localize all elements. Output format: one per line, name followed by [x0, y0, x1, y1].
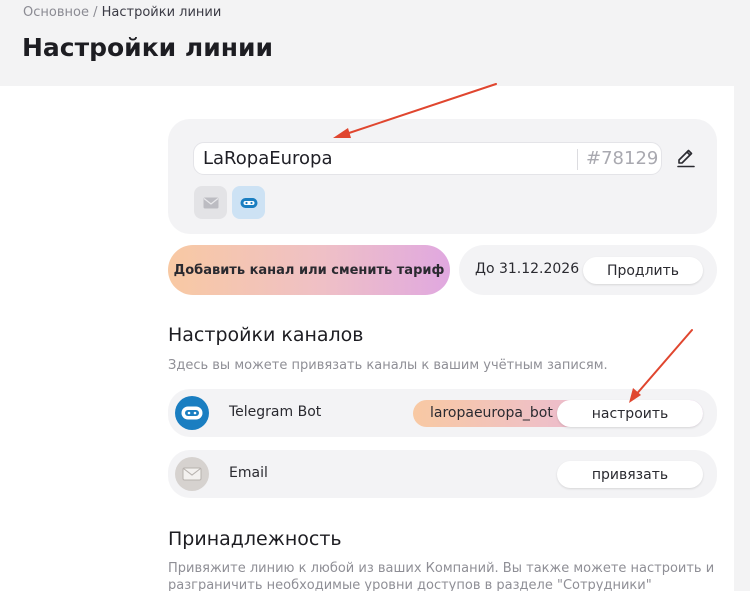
- telegram-bot-icon: [240, 197, 257, 208]
- extend-button[interactable]: Продлить: [583, 257, 703, 284]
- email-channel-chip[interactable]: [194, 186, 227, 219]
- plan-validity-card: До 31.12.2026 Продлить: [459, 245, 717, 295]
- ownership-description-line-2: разграничить необходимые уровни доступов…: [168, 578, 652, 591]
- email-avatar: [175, 457, 209, 491]
- breadcrumb-root-link[interactable]: Основное: [23, 5, 89, 20]
- telegram-bot-avatar: [175, 396, 209, 430]
- line-name-divider: [577, 149, 578, 170]
- page-gutter: [734, 86, 750, 591]
- email-icon: [182, 467, 202, 481]
- ownership-section-title: Принадлежность: [168, 528, 342, 550]
- telegram-bot-icon: [181, 406, 203, 420]
- line-name-input[interactable]: LaRopaEuropa #78129: [193, 142, 662, 175]
- plan-valid-until: До 31.12.2026: [475, 261, 580, 277]
- email-icon: [203, 197, 218, 208]
- channel-row-telegram-bot: Telegram Bot laropaeuropa_bot настроить: [168, 389, 717, 437]
- breadcrumb-separator: /: [88, 5, 102, 20]
- line-id: #78129: [586, 148, 659, 169]
- page-title: Настройки линии: [22, 33, 274, 62]
- channel-name-email: Email: [229, 465, 268, 481]
- breadcrumb-current: Настройки линии: [101, 5, 222, 20]
- link-email-button[interactable]: привязать: [557, 461, 703, 488]
- telegram-bot-channel-chip[interactable]: [232, 186, 265, 219]
- pencil-icon[interactable]: [673, 145, 699, 171]
- bot-username: laropaeuropa_bot: [430, 405, 553, 421]
- channel-name-telegram-bot: Telegram Bot: [229, 404, 322, 420]
- breadcrumb: Основное / Настройки линии: [23, 5, 221, 20]
- page-header: Основное / Настройки линии Настройки лин…: [0, 0, 750, 86]
- add-channel-or-change-tariff-button[interactable]: Добавить канал или сменить тариф: [168, 245, 450, 295]
- edit-line-name-button[interactable]: [673, 145, 699, 171]
- channels-section-title: Настройки каналов: [168, 324, 364, 346]
- configure-telegram-button[interactable]: настроить: [557, 400, 703, 427]
- channels-section-description: Здесь вы можете привязать каналы к вашим…: [168, 358, 608, 373]
- line-name-value[interactable]: LaRopaEuropa: [203, 148, 332, 169]
- channel-row-email: Email привязать: [168, 450, 717, 498]
